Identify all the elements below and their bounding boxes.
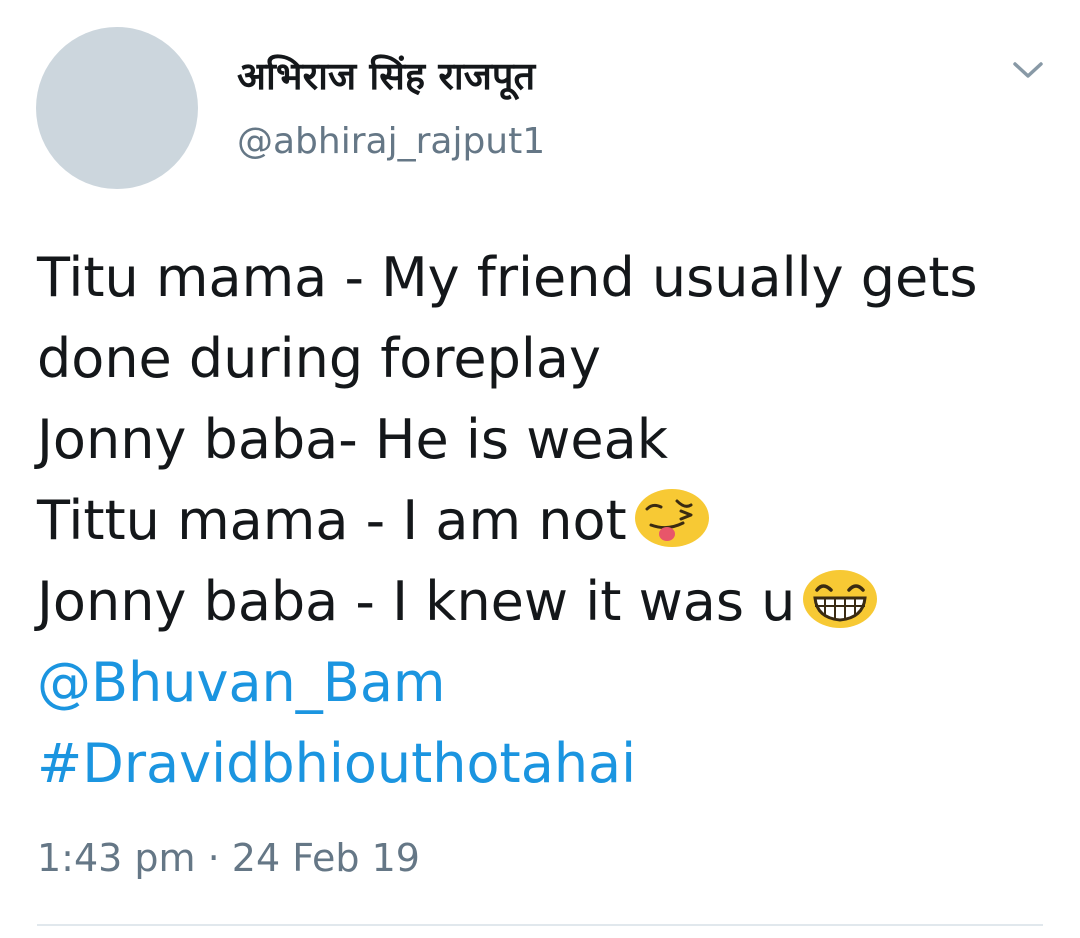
tweet-text: Titu mama - My friend usually gets done … — [37, 237, 1057, 804]
avatar[interactable] — [36, 27, 198, 189]
tweet-line-3: Jonny baba- He is weak — [37, 408, 668, 471]
grinning-face-emoji — [803, 570, 878, 628]
tweet-line-4: Tittu mama - I am not — [37, 480, 1057, 561]
tweet-line-5-text: Jonny baba - I knew it was u — [37, 570, 796, 633]
divider — [37, 924, 1043, 926]
author-display-name[interactable]: अभिराज सिंह राजपूत — [237, 52, 535, 100]
mention-link[interactable]: @Bhuvan_Bam — [37, 642, 1057, 723]
tweet-line-1: Titu mama - My friend usually gets — [37, 246, 978, 309]
tweet-line-4-text: Tittu mama - I am not — [37, 489, 627, 552]
tweet-timestamp[interactable]: 1:43 pm · 24 Feb 19 — [37, 833, 420, 883]
chevron-down-icon[interactable] — [1010, 56, 1046, 84]
author-handle[interactable]: @abhiraj_rajput1 — [237, 119, 545, 165]
tweet-line-5: Jonny baba - I knew it was u — [37, 561, 1057, 642]
hashtag-link[interactable]: #Dravidbhiouthotahai — [37, 723, 1057, 804]
tweet-line-2: done during foreplay — [37, 327, 601, 390]
winking-face-with-tongue-emoji — [634, 489, 709, 547]
